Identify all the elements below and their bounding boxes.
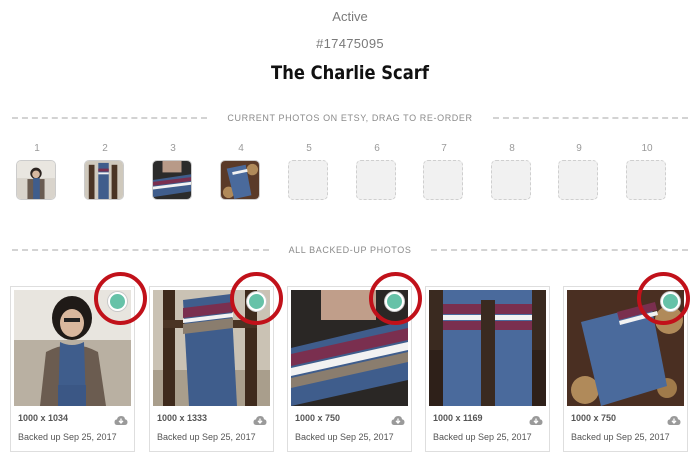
photo-slot-2[interactable]: 2 bbox=[84, 143, 126, 200]
photo-slot-8[interactable]: 8 bbox=[491, 143, 533, 200]
photo-slot-6[interactable]: 6 bbox=[356, 143, 398, 200]
cloud-download-icon[interactable] bbox=[114, 413, 128, 425]
current-photos-heading: CURRENT PHOTOS ON ETSY, DRAG TO RE-ORDER bbox=[227, 113, 473, 123]
photo-dimensions: 1000 x 1333 bbox=[157, 413, 208, 423]
listing-status: Active bbox=[332, 9, 368, 24]
highlight-ring bbox=[230, 272, 283, 325]
slot-number: 2 bbox=[102, 143, 108, 154]
slot-number: 3 bbox=[170, 143, 176, 154]
photo-slot-4[interactable]: 4 bbox=[220, 143, 262, 200]
slot-thumbnail[interactable] bbox=[84, 160, 124, 200]
photo-slot-10[interactable]: 10 bbox=[626, 143, 668, 200]
slot-number: 10 bbox=[641, 143, 653, 154]
cloud-download-icon[interactable] bbox=[529, 413, 543, 425]
highlight-ring bbox=[637, 272, 690, 325]
photo-slot-1[interactable]: 1 bbox=[16, 143, 58, 200]
empty-slot-placeholder[interactable] bbox=[288, 160, 328, 200]
photo-card[interactable]: 1000 x 1169 Backed up Sep 25, 2017 bbox=[425, 286, 550, 452]
slot-number: 9 bbox=[576, 143, 582, 154]
empty-slot-placeholder[interactable] bbox=[356, 160, 396, 200]
photo-slot-7[interactable]: 7 bbox=[423, 143, 465, 200]
photo-dimensions: 1000 x 750 bbox=[295, 413, 341, 423]
slot-number: 5 bbox=[306, 143, 312, 154]
backed-up-divider: ALL BACKED-UP PHOTOS bbox=[12, 243, 688, 257]
empty-slot-placeholder[interactable] bbox=[423, 160, 463, 200]
highlight-ring bbox=[369, 272, 422, 325]
photo-dimensions: 1000 x 1034 bbox=[18, 413, 69, 423]
current-photos-divider: CURRENT PHOTOS ON ETSY, DRAG TO RE-ORDER bbox=[12, 111, 689, 125]
photo-backup-date: Backed up Sep 25, 2017 bbox=[433, 432, 532, 442]
photo-image[interactable] bbox=[429, 290, 546, 406]
slot-thumbnail[interactable] bbox=[16, 160, 56, 200]
slot-number: 7 bbox=[441, 143, 447, 154]
photo-slot-9[interactable]: 9 bbox=[558, 143, 600, 200]
current-photos-strip: 1 2 3 4 5 6 7 8 9 10 bbox=[16, 143, 692, 203]
cloud-download-icon[interactable] bbox=[391, 413, 405, 425]
slot-number: 6 bbox=[374, 143, 380, 154]
empty-slot-placeholder[interactable] bbox=[626, 160, 666, 200]
photo-backup-date: Backed up Sep 25, 2017 bbox=[295, 432, 394, 442]
slot-thumbnail[interactable] bbox=[220, 160, 260, 200]
slot-number: 1 bbox=[34, 143, 40, 154]
empty-slot-placeholder[interactable] bbox=[558, 160, 598, 200]
photo-backup-date: Backed up Sep 25, 2017 bbox=[157, 432, 256, 442]
listing-title: The Charlie Scarf bbox=[271, 62, 429, 84]
photo-dimensions: 1000 x 750 bbox=[571, 413, 617, 423]
photo-slot-5[interactable]: 5 bbox=[288, 143, 330, 200]
photo-dimensions: 1000 x 1169 bbox=[433, 413, 483, 423]
photo-slot-3[interactable]: 3 bbox=[152, 143, 194, 200]
photo-backup-date: Backed up Sep 25, 2017 bbox=[571, 432, 670, 442]
slot-number: 8 bbox=[509, 143, 515, 154]
slot-thumbnail[interactable] bbox=[152, 160, 192, 200]
highlight-ring bbox=[94, 272, 147, 325]
cloud-download-icon[interactable] bbox=[667, 413, 681, 425]
listing-id: #17475095 bbox=[316, 36, 384, 51]
slot-number: 4 bbox=[238, 143, 244, 154]
photo-backup-date: Backed up Sep 25, 2017 bbox=[18, 432, 117, 442]
empty-slot-placeholder[interactable] bbox=[491, 160, 531, 200]
cloud-download-icon[interactable] bbox=[253, 413, 267, 425]
backed-up-heading: ALL BACKED-UP PHOTOS bbox=[288, 245, 412, 255]
